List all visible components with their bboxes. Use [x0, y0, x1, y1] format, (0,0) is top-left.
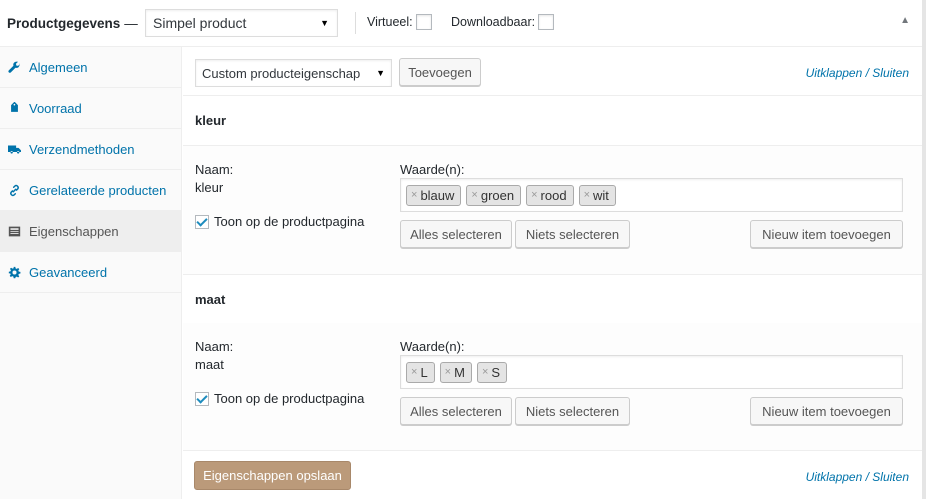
attribute-name-value: maat [195, 357, 224, 372]
chevron-down-icon: ▼ [320, 18, 329, 28]
collapse-all-link[interactable]: Sluiten [872, 470, 909, 484]
value-tag-label: S [491, 364, 501, 380]
visible-checkbox[interactable] [195, 214, 209, 229]
remove-tag-icon[interactable]: × [471, 189, 477, 201]
attribute-title: maat [195, 292, 226, 307]
value-tag[interactable]: × L [406, 361, 435, 383]
tag-icon [7, 101, 21, 115]
header-divider [355, 12, 356, 34]
name-label: Naam: [195, 162, 234, 177]
visible-label: Toon op de productpagina [214, 214, 365, 229]
value-tag[interactable]: × rood [526, 184, 574, 206]
add-attribute-button[interactable]: Toevoegen [399, 58, 481, 86]
downloadable-checkbox[interactable] [538, 14, 555, 30]
expand-all-link[interactable]: Uitklappen [806, 470, 863, 484]
value-tag-label: wit [593, 187, 609, 203]
attributes-footer: Eigenschappen opslaan Uitklappen / Sluit… [183, 451, 922, 499]
sidebar-item-label: Algemeen [29, 59, 88, 75]
value-tag-label: L [420, 364, 428, 380]
downloadable-option[interactable]: Downloadbaar: [451, 14, 555, 30]
sidebar-item-label: Gerelateerde producten [29, 182, 167, 198]
attribute-type-select[interactable]: Custom producteigenschap ▼ [195, 59, 392, 87]
product-type-value: Simpel product [153, 15, 247, 31]
virtual-option[interactable]: Virtueel: [367, 14, 432, 30]
gear-icon [7, 265, 21, 279]
truck-icon [7, 142, 21, 156]
sidebar-item-verzendmethoden[interactable]: Verzendmethoden [0, 129, 181, 170]
attribute-header-maat[interactable]: maat [183, 275, 922, 325]
expand-collapse-links: Uitklappen / Sluiten [806, 66, 909, 80]
value-tag[interactable]: × M [439, 361, 472, 383]
values-label: Waarde(n): [400, 339, 465, 354]
visible-on-product-page-option[interactable]: Toon op de productpagina [195, 214, 364, 229]
save-attributes-button[interactable]: Eigenschappen opslaan [194, 461, 351, 490]
link-icon [7, 183, 21, 197]
attribute-name-value: kleur [195, 180, 224, 195]
value-tag[interactable]: × S [476, 361, 508, 383]
expand-collapse-links: Uitklappen / Sluiten [806, 470, 909, 484]
remove-tag-icon[interactable]: × [584, 189, 590, 201]
sidebar-item-eigenschappen[interactable]: Eigenschappen [0, 211, 181, 252]
values-input[interactable]: × blauw × groen × rood × wit [400, 178, 903, 212]
downloadable-label: Downloadbaar: [451, 15, 536, 29]
product-data-panel: Productgegevens — Simpel product ▼ Virtu… [0, 0, 926, 499]
product-type-select[interactable]: Simpel product ▼ [145, 9, 338, 37]
wrench-icon [7, 60, 21, 74]
select-all-button[interactable]: Alles selecteren [400, 397, 512, 425]
value-tag-label: blauw [420, 187, 455, 203]
visible-checkbox[interactable] [195, 391, 209, 406]
sidebar-item-geavanceerd[interactable]: Geavanceerd [0, 252, 181, 293]
value-tag[interactable]: × groen [466, 184, 522, 206]
expand-all-link[interactable]: Uitklappen [806, 66, 863, 80]
attribute-header-kleur[interactable]: kleur [183, 96, 922, 146]
remove-tag-icon[interactable]: × [411, 189, 417, 201]
attribute-type-value: Custom producteigenschap [202, 65, 361, 81]
virtual-checkbox[interactable] [415, 14, 432, 30]
value-tag[interactable]: × wit [578, 184, 616, 206]
visible-label: Toon op de productpagina [214, 391, 365, 406]
attributes-toolbar: Custom producteigenschap ▼ Toevoegen Uit… [183, 47, 922, 96]
values-label: Waarde(n): [400, 162, 465, 177]
list-icon [7, 224, 21, 238]
remove-tag-icon[interactable]: × [411, 366, 417, 378]
sidebar-item-label: Voorraad [29, 100, 82, 116]
select-all-button[interactable]: Alles selecteren [400, 220, 512, 248]
sidebar-item-gerelateerde-producten[interactable]: Gerelateerde producten [0, 170, 181, 211]
attribute-title: kleur [195, 113, 227, 128]
collapse-triangle-icon[interactable]: ▲ [900, 15, 910, 26]
value-tag-label: groen [480, 187, 515, 203]
sidebar-item-label: Eigenschappen [29, 223, 119, 239]
remove-tag-icon[interactable]: × [482, 366, 488, 378]
sidebar-item-label: Verzendmethoden [29, 141, 135, 157]
remove-tag-icon[interactable]: × [531, 189, 537, 201]
name-label: Naam: [195, 339, 234, 354]
product-tabs-sidebar: Algemeen Voorraad Verzendmethoden Gerela… [0, 47, 182, 499]
attribute-body-kleur: Naam: kleur Toon op de productpagina Waa… [183, 146, 922, 275]
virtual-label: Virtueel: [367, 15, 413, 29]
add-new-value-button[interactable]: Nieuw item toevoegen [750, 397, 903, 425]
sidebar-item-voorraad[interactable]: Voorraad [0, 88, 181, 129]
sidebar-item-algemeen[interactable]: Algemeen [0, 47, 181, 88]
chevron-down-icon: ▼ [376, 68, 385, 78]
attributes-panel: Custom producteigenschap ▼ Toevoegen Uit… [183, 47, 922, 499]
title-dash: — [124, 15, 138, 31]
panel-title: Productgegevens [7, 15, 121, 31]
values-input[interactable]: × L × M × S [400, 355, 903, 389]
visible-on-product-page-option[interactable]: Toon op de productpagina [195, 391, 364, 406]
sidebar-item-label: Geavanceerd [29, 264, 108, 280]
select-none-button[interactable]: Niets selecteren [515, 397, 630, 425]
value-tag-label: rood [540, 187, 567, 203]
attribute-body-maat: Naam: maat Toon op de productpagina Waar… [183, 323, 922, 451]
collapse-all-link[interactable]: Sluiten [872, 66, 909, 80]
value-tag-label: M [454, 364, 465, 380]
value-tag[interactable]: × blauw [406, 184, 462, 206]
remove-tag-icon[interactable]: × [445, 366, 451, 378]
select-none-button[interactable]: Niets selecteren [515, 220, 630, 248]
add-new-value-button[interactable]: Nieuw item toevoegen [750, 220, 903, 248]
